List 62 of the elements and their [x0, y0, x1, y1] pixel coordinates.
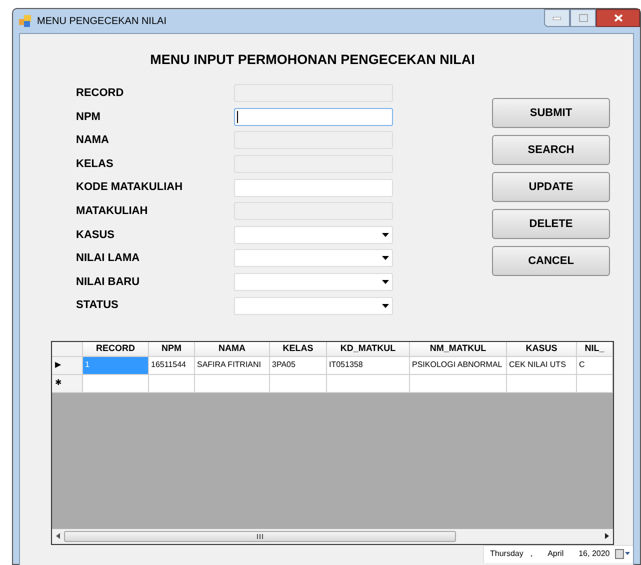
grip-icon	[257, 534, 263, 539]
form-heading: MENU INPUT PERMOHONAN PENGECEKAN NILAI	[150, 50, 475, 69]
maximize-button[interactable]	[570, 9, 596, 27]
dropdown-field[interactable]	[234, 249, 393, 268]
scroll-right-icon	[605, 533, 609, 540]
column-header[interactable]: KD_MATKUL	[327, 342, 410, 357]
date-day: Thursday	[490, 548, 524, 560]
action-button[interactable]: SUBMIT	[492, 98, 610, 128]
input-field[interactable]	[234, 178, 393, 197]
column-header[interactable]: NM_MATKUL	[410, 342, 507, 357]
date-picker[interactable]: Thursday , April 16, 2020	[483, 544, 633, 563]
close-icon	[614, 14, 622, 22]
action-button[interactable]: UPDATE	[492, 172, 610, 202]
column-header[interactable]: NPM	[149, 342, 195, 357]
column-header[interactable]: NIL_	[577, 342, 613, 357]
window-title: MENU PENGECEKAN NILAI	[37, 14, 166, 28]
text-cursor-icon	[237, 110, 238, 123]
scrollbar-thumb[interactable]	[64, 530, 456, 542]
action-button[interactable]: CANCEL	[492, 246, 610, 276]
date-month: April	[548, 548, 564, 560]
dropdown-field[interactable]	[234, 296, 393, 315]
date-day-year: 16, 2020	[578, 548, 610, 560]
column-header[interactable]: KELAS	[270, 342, 327, 357]
date-separator: ,	[530, 548, 533, 560]
dropdown-field[interactable]	[234, 226, 393, 244]
table-cell: 1	[83, 356, 149, 375]
table-cell	[270, 374, 327, 393]
horizontal-scrollbar[interactable]	[52, 528, 613, 544]
column-header[interactable]: RECORD	[83, 342, 149, 357]
row-header[interactable]: ✱	[52, 374, 83, 393]
table-cell	[507, 374, 577, 393]
input-field[interactable]	[234, 108, 393, 126]
field-label: RECORD	[76, 86, 125, 102]
column-header[interactable]: KASUS	[507, 342, 577, 357]
calendar-dropdown-icon	[615, 549, 631, 560]
scroll-left-icon	[56, 533, 60, 540]
dropdown-caret-icon	[382, 232, 389, 237]
dropdown-caret-icon	[382, 280, 389, 284]
field-label: NPM	[76, 110, 102, 125]
action-button[interactable]: DELETE	[492, 209, 610, 239]
maximize-icon	[578, 14, 588, 22]
field-label: KELAS	[76, 156, 114, 172]
dropdown-field[interactable]	[234, 273, 393, 292]
header-corner	[52, 342, 83, 357]
action-button[interactable]: SEARCH	[492, 135, 610, 165]
field-label: NAMA	[76, 133, 110, 148]
table-cell	[577, 374, 613, 393]
field-label: NILAI BARU	[76, 274, 141, 290]
dropdown-caret-icon	[382, 304, 389, 308]
minimize-icon	[553, 16, 561, 20]
row-header[interactable]: ▶	[52, 356, 83, 375]
dropdown-caret-icon	[382, 256, 389, 260]
minimize-button[interactable]	[544, 9, 570, 27]
close-button[interactable]	[596, 9, 640, 27]
field-label: MATAKULIAH	[76, 204, 149, 220]
column-header[interactable]: NAMA	[195, 342, 270, 357]
field-label: KODE MATAKULIAH	[76, 180, 184, 196]
field-label: KASUS	[76, 228, 116, 243]
table-cell	[149, 374, 195, 393]
app-icon	[19, 15, 31, 27]
field-label: STATUS	[76, 298, 120, 314]
field-label: NILAI LAMA	[76, 251, 141, 266]
